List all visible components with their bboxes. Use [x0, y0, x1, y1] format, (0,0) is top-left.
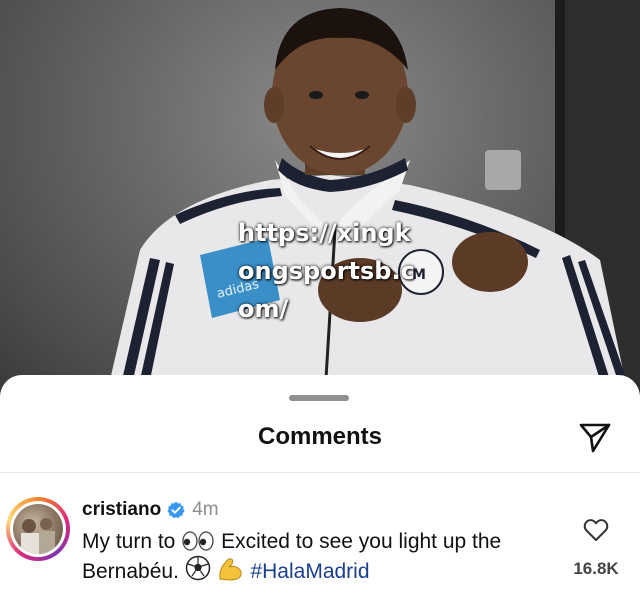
divider: [0, 472, 640, 473]
heart-icon[interactable]: [583, 518, 609, 542]
comments-title: Comments: [257, 423, 383, 450]
like-count: 16.8K: [573, 559, 619, 578]
comment-username[interactable]: cristiano: [82, 499, 161, 521]
soccer-ball-emoji-icon: [185, 555, 211, 581]
avatar[interactable]: [6, 497, 70, 561]
comment-header: cristiano 4m: [82, 499, 219, 521]
avatar-photo: [13, 504, 63, 554]
comments-sheet: Comments cristiano 4m My turn to Excited…: [0, 375, 640, 595]
photo-illustration: adidas M: [110, 0, 640, 395]
verified-badge-icon: [167, 501, 185, 518]
eyes-emoji-icon: [182, 531, 214, 551]
send-icon[interactable]: [577, 419, 613, 455]
comment-text: My turn to Excited to see you light up t…: [82, 528, 552, 585]
flexed-biceps-emoji-icon: [218, 558, 242, 581]
post-photo: adidas M https://xingkongsportsb.com/: [0, 0, 640, 395]
comment-timestamp: 4m: [192, 499, 219, 520]
drag-handle[interactable]: [289, 395, 349, 401]
watermark-url: https://xingkongsportsb.com/: [238, 219, 415, 323]
comment-text-part1: My turn to: [82, 530, 176, 553]
